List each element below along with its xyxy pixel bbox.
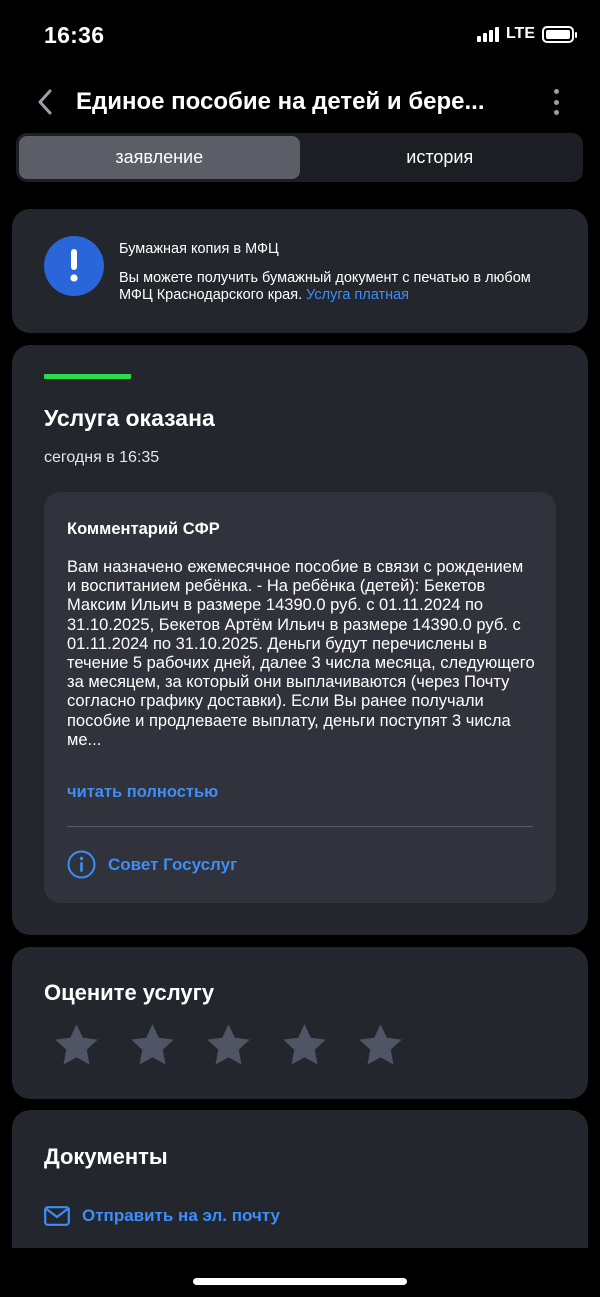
info-circle-icon	[67, 850, 96, 879]
star-icon[interactable]	[204, 1021, 253, 1070]
status-indicators: LTE	[476, 25, 577, 43]
advice-label: Совет Госуслуг	[108, 854, 238, 874]
exclamation-icon	[44, 236, 104, 296]
tab-bar: заявление история	[16, 133, 583, 182]
battery-icon	[542, 25, 577, 43]
home-indicator[interactable]	[193, 1278, 407, 1285]
paid-service-link[interactable]: Услуга платная	[306, 287, 409, 303]
bottom-area	[0, 1248, 600, 1297]
sfr-comment-block: Комментарий СФР Вам назначено ежемесячно…	[44, 492, 556, 903]
star-icon[interactable]	[356, 1021, 405, 1070]
paper-copy-card: Бумажная копия в МФЦ Вы можете получить …	[12, 209, 588, 333]
rating-title: Оцените услугу	[44, 980, 215, 1005]
status-title: Услуга оказана	[44, 405, 215, 431]
service-status-card: Услуга оказана сегодня в 16:35 Комментар…	[12, 345, 588, 935]
star-icon[interactable]	[52, 1021, 101, 1070]
read-more-link[interactable]: читать полностью	[67, 783, 218, 802]
signal-icon	[476, 26, 499, 42]
paper-copy-text: Вы можете получить бумажный документ с п…	[119, 270, 539, 304]
more-menu-button[interactable]	[544, 86, 568, 118]
status-time: 16:36	[44, 22, 105, 48]
star-rating	[52, 1021, 405, 1070]
status-bar: 16:36 LTE	[0, 0, 600, 72]
tab-application[interactable]: заявление	[19, 136, 300, 179]
network-label: LTE	[505, 25, 535, 42]
send-email-label: Отправить на эл. почту	[82, 1206, 281, 1225]
send-email-button[interactable]: Отправить на эл. почту	[44, 1206, 280, 1226]
documents-card: Документы Отправить на эл. почту	[12, 1110, 588, 1260]
rating-card: Оцените услугу	[12, 947, 588, 1099]
status-indicator-bar	[44, 374, 131, 379]
status-timestamp: сегодня в 16:35	[44, 449, 160, 466]
star-icon[interactable]	[128, 1021, 177, 1070]
documents-title: Документы	[44, 1144, 168, 1169]
divider	[67, 826, 533, 827]
tab-history[interactable]: история	[300, 136, 581, 179]
gosuslugi-advice-link[interactable]: Совет Госуслуг	[67, 850, 237, 879]
more-dots-icon	[553, 89, 559, 94]
comment-title: Комментарий СФР	[67, 520, 220, 538]
app-header: Единое пособие на детей и бере...	[0, 78, 600, 126]
chevron-left-icon	[38, 89, 52, 115]
star-icon[interactable]	[280, 1021, 329, 1070]
paper-copy-title: Бумажная копия в МФЦ	[119, 241, 279, 257]
page-title: Единое пособие на детей и бере...	[76, 88, 485, 115]
comment-body: Вам назначено ежемесячное пособие в связ…	[67, 558, 535, 749]
back-button[interactable]	[28, 84, 64, 120]
mail-icon	[44, 1206, 70, 1226]
